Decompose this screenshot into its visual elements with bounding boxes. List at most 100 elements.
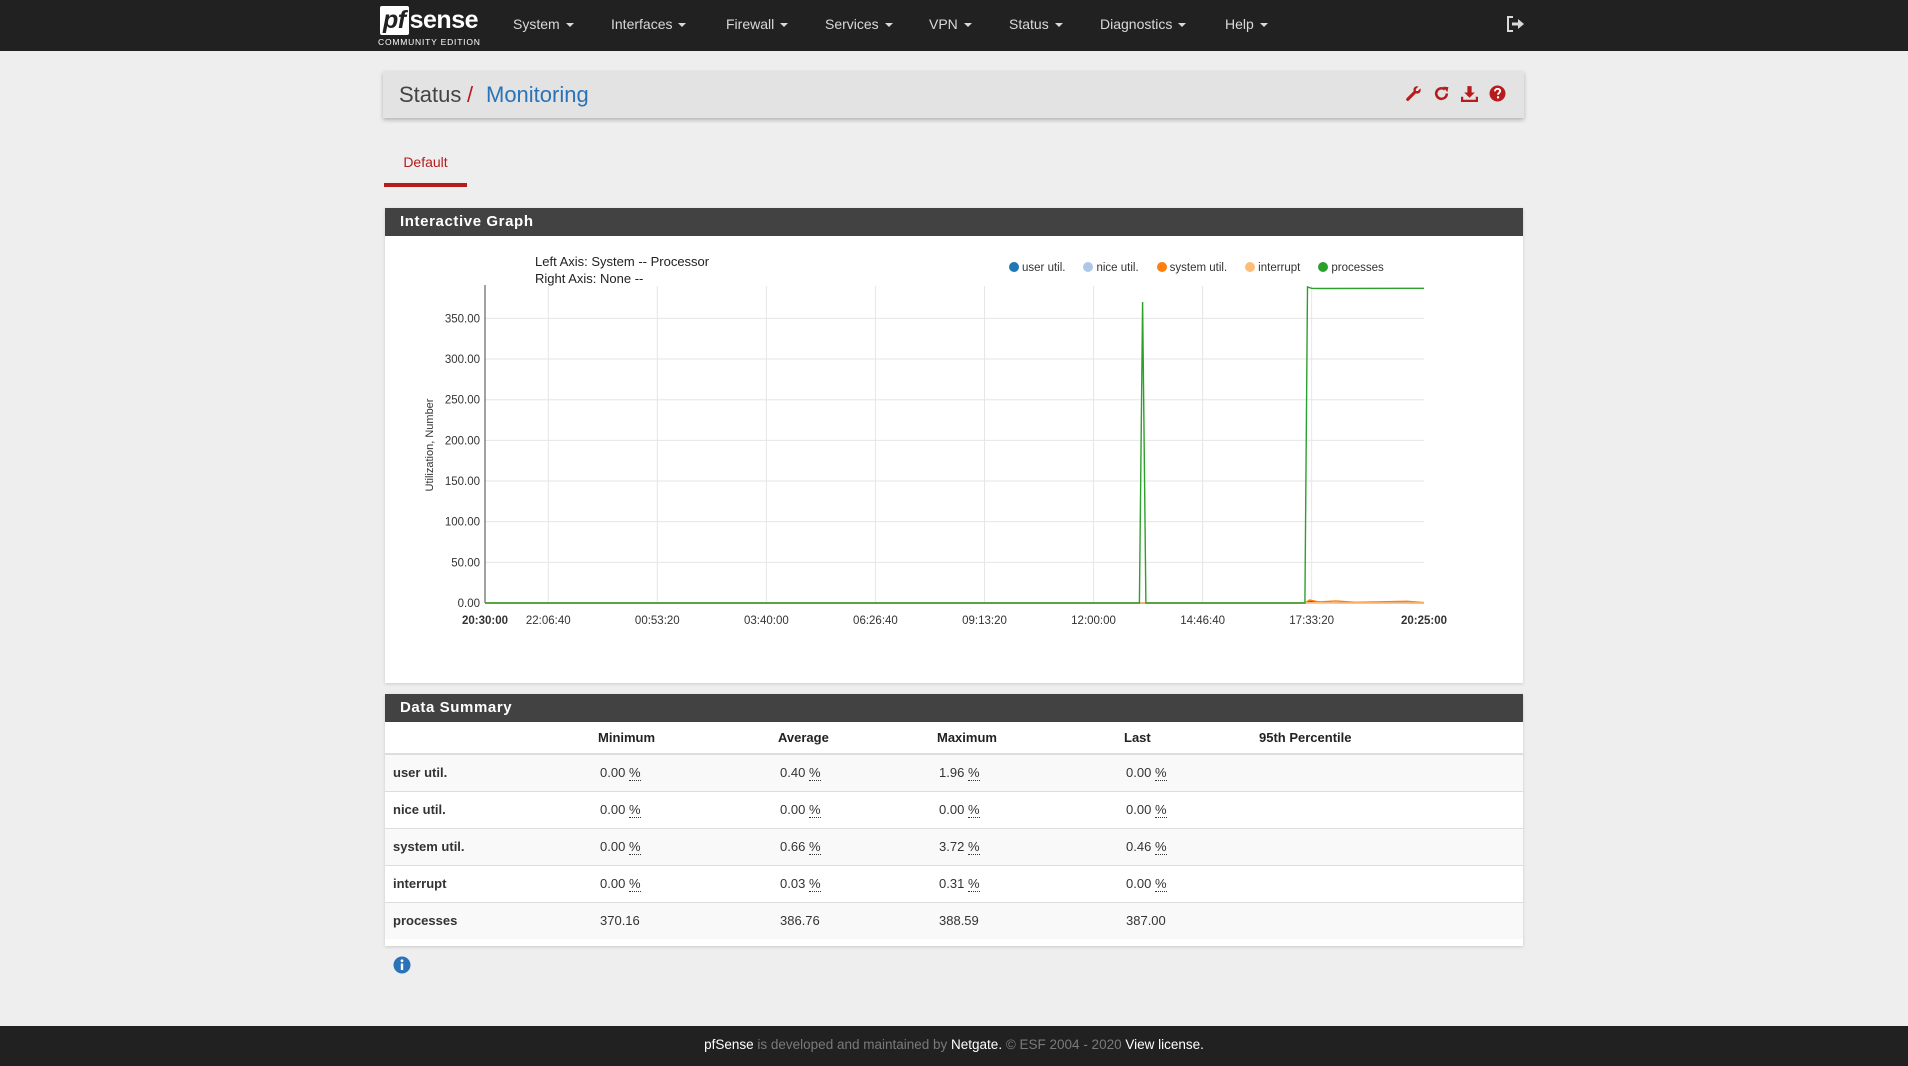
cell-last: 0.46 %	[1124, 827, 1259, 865]
series-line-processes	[485, 286, 1425, 604]
cell-max: 1.96 %	[937, 753, 1124, 791]
cell-value: 3.72	[939, 839, 965, 854]
footer: pfSense is developed and maintained by N…	[0, 1026, 1908, 1066]
row-label: user util.	[385, 753, 598, 791]
wrench-icon[interactable]	[1405, 85, 1422, 102]
caret-down-icon	[1259, 23, 1268, 28]
cell-value: 0.00	[939, 802, 965, 817]
unit-abbr: %	[628, 802, 641, 818]
cell-value: 0.00	[1126, 876, 1152, 891]
caret-down-icon	[884, 23, 893, 28]
table-row: processes 370.16 386.76 388.59 387.00	[385, 901, 1523, 939]
menu-firewall[interactable]: Firewall	[726, 0, 789, 51]
cell-avg: 0.00 %	[778, 790, 937, 828]
footer-pfsense: pfSense	[704, 1037, 754, 1052]
breadcrumb-parent[interactable]: Status	[399, 82, 461, 108]
cell-value: 0.40	[780, 765, 806, 781]
table-row: system util. 0.00 % 0.66 % 3.72 % 0.46 %	[385, 827, 1523, 865]
cell-value: 0.00	[600, 802, 626, 817]
menu-interfaces[interactable]: Interfaces	[611, 0, 687, 51]
menu-diagnostics[interactable]: Diagnostics	[1100, 0, 1187, 51]
unit-abbr: %	[1154, 765, 1167, 782]
sign-out-icon[interactable]	[1506, 15, 1526, 33]
cell-avg: 0.03 %	[778, 864, 937, 902]
unit-abbr: %	[967, 802, 980, 818]
footer-netgate-link[interactable]: Netgate.	[951, 1037, 1002, 1052]
cell-avg: 0.66 %	[778, 827, 937, 865]
row-label: processes	[385, 901, 598, 939]
caret-down-icon	[963, 23, 972, 28]
cell-last: 0.00 %	[1124, 864, 1259, 902]
menu-system[interactable]: System	[513, 0, 574, 51]
x-tick-label: 14:46:40	[1180, 615, 1225, 627]
unit-abbr: %	[808, 839, 821, 855]
row-label: interrupt	[385, 864, 598, 902]
cell-value: 1.96	[939, 765, 965, 781]
cell-percentile	[1259, 753, 1523, 791]
x-tick-label: 17:33:20	[1289, 615, 1334, 627]
cell-avg: 0.40 %	[778, 753, 937, 791]
breadcrumb-current[interactable]: Monitoring	[486, 82, 589, 108]
breadcrumb: Status / Monitoring	[383, 71, 1524, 118]
unit-abbr: %	[967, 876, 980, 892]
unit-abbr: %	[1154, 839, 1167, 855]
caret-down-icon	[1054, 23, 1063, 28]
pfsense-logo[interactable]: pf sense COMMUNITY EDITION	[378, 6, 488, 48]
info-circle-icon[interactable]	[393, 956, 411, 974]
cell-value: 0.00	[600, 839, 626, 854]
cell-value: 0.00	[1126, 765, 1152, 781]
processor-chart[interactable]: 0.00 50.00 100.00 150.00 200.00 250.00 300.00 3…	[385, 236, 1523, 683]
cell-percentile	[1259, 790, 1523, 828]
interactive-graph-panel: Interactive Graph Left Axis: System -- P…	[385, 208, 1523, 683]
cell-value: 0.00	[1126, 802, 1152, 817]
refresh-icon[interactable]	[1433, 85, 1450, 102]
caret-down-icon	[780, 23, 789, 28]
unit-abbr: %	[1154, 802, 1167, 818]
menu-status[interactable]: Status	[1009, 0, 1063, 51]
cell-last: 0.00 %	[1124, 753, 1259, 791]
caret-down-icon	[565, 23, 574, 28]
cell-max: 0.00 %	[937, 790, 1124, 828]
cell-last: 0.00 %	[1124, 790, 1259, 828]
column-header: Maximum	[937, 722, 1124, 755]
menu-help[interactable]: Help	[1225, 0, 1268, 51]
x-tick-label: 00:53:20	[635, 615, 680, 627]
cell-value: 0.00	[600, 765, 626, 781]
cell-value: 0.00	[780, 802, 806, 817]
menu-vpn[interactable]: VPN	[929, 0, 972, 51]
table-row: nice util. 0.00 % 0.00 % 0.00 % 0.00 %	[385, 790, 1523, 828]
cell-min: 0.00 %	[598, 827, 778, 865]
y-tick-label: 350.00	[445, 313, 480, 325]
x-tick-label: 12:00:00	[1071, 615, 1116, 627]
y-tick-label: 150.00	[445, 476, 480, 488]
tab-default[interactable]: Default	[384, 145, 467, 187]
menu-services[interactable]: Services	[825, 0, 893, 51]
data-summary-panel: Data Summary Minimum Average Maximum Las…	[385, 694, 1523, 946]
y-tick-label: 0.00	[458, 598, 480, 610]
unit-abbr: %	[967, 839, 980, 855]
cell-min: 370.16	[598, 901, 778, 939]
x-tick-label: 06:26:40	[853, 615, 898, 627]
help-icon[interactable]	[1489, 85, 1506, 102]
download-icon[interactable]	[1461, 85, 1479, 102]
edition-label: COMMUNITY EDITION	[378, 37, 481, 47]
table-row: user util. 0.00 % 0.40 % 1.96 % 0.00 %	[385, 753, 1523, 791]
y-tick-label: 250.00	[445, 395, 480, 407]
panel-title: Data Summary	[385, 694, 1523, 722]
footer-license-link[interactable]: View license.	[1125, 1037, 1204, 1052]
x-tick-label: 09:13:20	[962, 615, 1007, 627]
caret-down-icon	[1178, 23, 1187, 28]
unit-abbr: %	[967, 765, 980, 782]
cell-value: 370.16	[600, 913, 640, 929]
table-header-row: Minimum Average Maximum Last 95th Percen…	[385, 722, 1523, 755]
unit-abbr: %	[628, 839, 641, 855]
x-tick-label: 03:40:00	[744, 615, 789, 627]
chart-area: Left Axis: System -- Processor Right Axi…	[385, 236, 1523, 683]
cell-value: 387.00	[1126, 913, 1166, 929]
cell-percentile	[1259, 827, 1523, 865]
cell-min: 0.00 %	[598, 864, 778, 902]
column-header: Last	[1124, 722, 1259, 755]
y-axis-title: Utilization, Number	[424, 398, 436, 491]
cell-value: 386.76	[780, 913, 820, 929]
cell-last: 387.00	[1124, 901, 1259, 939]
